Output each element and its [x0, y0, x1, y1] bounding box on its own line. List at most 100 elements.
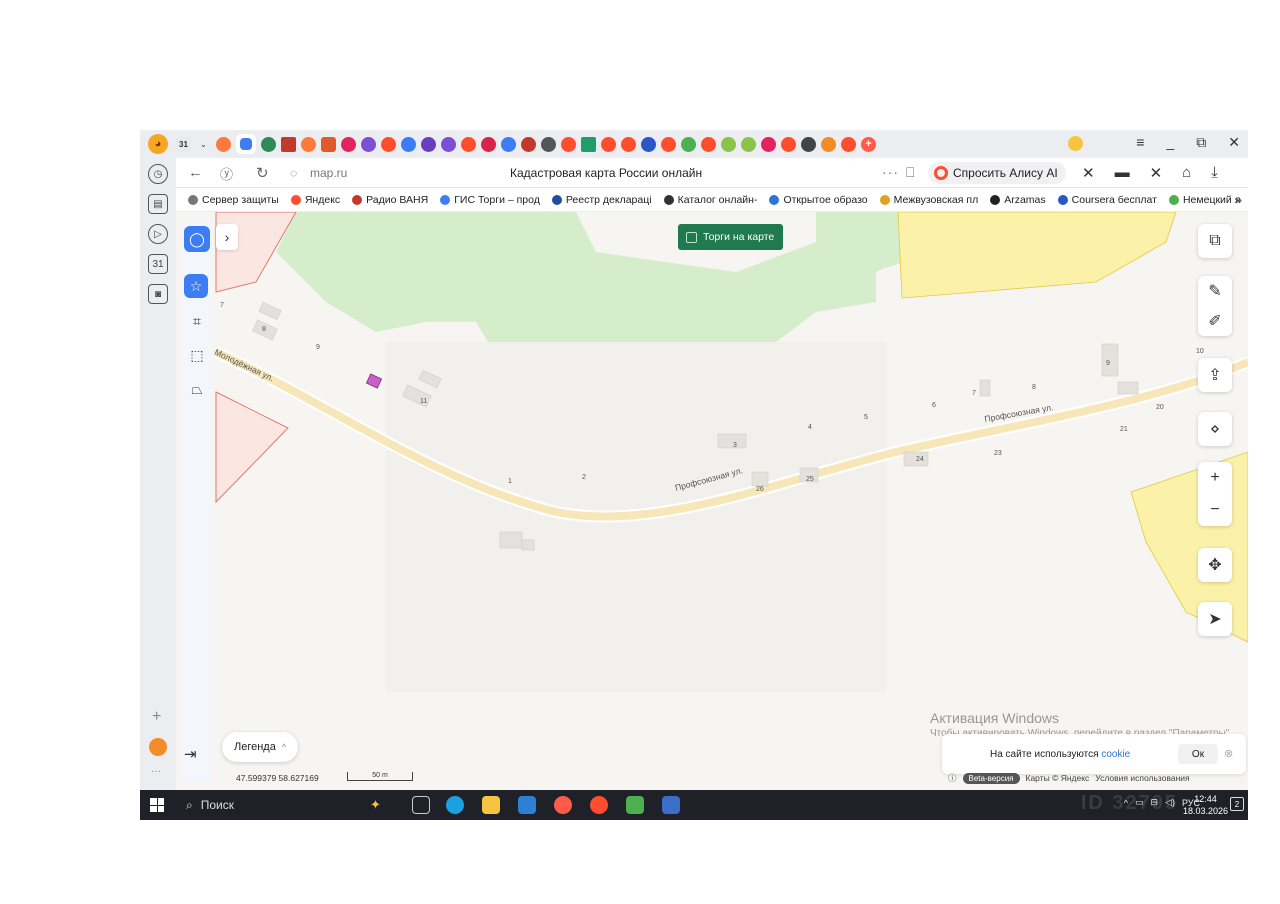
legend-button[interactable]: Легенда ^ — [222, 732, 299, 762]
tab-icon[interactable] — [421, 136, 436, 152]
edge-icon[interactable] — [446, 796, 464, 814]
map-logo-icon[interactable]: ◯ — [184, 226, 210, 252]
zoom-in-icon[interactable]: + — [1210, 469, 1219, 487]
clock[interactable]: 12:44 18.03.2026 — [1183, 793, 1228, 817]
explorer-icon[interactable] — [482, 796, 500, 814]
active-tab-icon[interactable] — [236, 134, 256, 154]
alice-button[interactable]: Спросить Алису AI — [928, 162, 1066, 184]
history-icon[interactable]: ◷ — [148, 164, 168, 184]
calendar-tab-icon[interactable]: 31 — [176, 136, 191, 152]
yandex-icon[interactable] — [590, 796, 608, 814]
menu-icon[interactable]: ≡ — [1136, 134, 1144, 151]
chevron-down-icon[interactable]: ⌄ — [196, 137, 211, 152]
locate-button[interactable]: ➤ — [1198, 602, 1232, 636]
screenshot-icon[interactable]: ◙ — [148, 284, 168, 304]
marked-building[interactable] — [365, 373, 383, 389]
tab-icon[interactable] — [321, 136, 336, 152]
close-icon[interactable]: ⊗ — [1224, 747, 1233, 760]
land-plot[interactable] — [897, 212, 1177, 299]
calculator-icon[interactable] — [626, 796, 644, 814]
tab-icon[interactable] — [381, 136, 396, 152]
tab-icon[interactable] — [541, 136, 556, 152]
tab-icon[interactable] — [701, 136, 716, 152]
share-button[interactable]: ⋄ — [1198, 412, 1232, 446]
torgi-checkbox[interactable] — [686, 231, 697, 243]
bookmark-icon[interactable]: ⎕ — [906, 164, 914, 181]
tab-icon[interactable] — [741, 136, 756, 152]
terms-link[interactable]: Условия использования — [1095, 773, 1189, 783]
mail-icon[interactable] — [149, 738, 167, 756]
tab-icon[interactable] — [461, 136, 476, 152]
tab-icon[interactable] — [216, 136, 231, 152]
tab-icon[interactable] — [341, 136, 356, 152]
tab-icon[interactable] — [781, 136, 796, 152]
favorites-icon[interactable]: ☆ — [184, 274, 208, 298]
more-options-icon[interactable]: ··· — [882, 164, 899, 180]
torgi-toggle[interactable]: Торги на карте — [678, 224, 784, 250]
close-icon[interactable]: ✕ — [1228, 134, 1240, 151]
bookmark-item[interactable]: Немецкий я — [1168, 194, 1240, 206]
emoji-icon[interactable] — [1068, 136, 1083, 151]
measure-icon[interactable]: ⌗ — [184, 308, 210, 334]
bookmark-item[interactable]: Arzamas — [990, 194, 1046, 206]
add-panel-icon[interactable]: + — [152, 708, 161, 726]
cookie-link[interactable]: cookie — [1101, 749, 1130, 760]
reading-list-icon[interactable]: ▤ — [148, 194, 168, 214]
bookmark-item[interactable]: Coursera бесплат — [1057, 194, 1157, 206]
tab-icon[interactable] — [661, 136, 676, 152]
new-tab-icon[interactable]: + — [861, 136, 876, 152]
bookmark-item[interactable]: Межвузовская пл — [879, 194, 978, 206]
info-icon[interactable]: ⓘ — [948, 772, 957, 784]
notification-icon[interactable]: 2 — [1230, 797, 1244, 811]
extension-icon[interactable]: ▬ — [1115, 164, 1130, 182]
chevron-up-icon[interactable]: ^ — [1124, 798, 1128, 808]
edit-icon[interactable]: ✐ — [1208, 311, 1221, 331]
extension-icon[interactable]: ✕ — [1150, 164, 1163, 182]
back-icon[interactable]: ← — [188, 164, 203, 181]
polygon-icon[interactable]: ⏢ — [184, 376, 210, 402]
tab-icon[interactable] — [401, 136, 416, 152]
reload-icon[interactable]: ↻ — [256, 164, 269, 182]
tab-icon[interactable] — [761, 136, 776, 152]
map-canvas[interactable]: 7 8 9 11 1 2 3 4 5 6 7 8 9 10 20 21 23 2… — [176, 212, 1248, 790]
tab-icon[interactable] — [281, 136, 296, 152]
more-icon[interactable]: ··· — [151, 766, 161, 777]
task-view-icon[interactable] — [412, 796, 430, 814]
tab-icon[interactable] — [521, 136, 536, 152]
taskbar-search[interactable]: ⌕ Поиск ✦ — [180, 790, 400, 820]
bookmark-item[interactable]: Яндекс — [290, 194, 340, 206]
tab-icon[interactable] — [501, 136, 516, 152]
tab-icon[interactable] — [581, 136, 596, 152]
calendar-icon[interactable]: 31 — [148, 254, 168, 274]
tab-icon[interactable] — [721, 136, 736, 152]
bookmark-item[interactable]: Реестр деклараці — [551, 194, 652, 206]
expand-panel-button[interactable]: › — [216, 224, 238, 250]
network-icon[interactable]: ⊟ — [1151, 797, 1159, 808]
tab-icon[interactable] — [801, 136, 816, 152]
bookmarks-more-icon[interactable]: » — [1235, 193, 1242, 207]
play-icon[interactable]: ▷ — [148, 224, 168, 244]
bookmark-item[interactable]: Каталог онлайн- — [663, 194, 757, 206]
yandex-icon[interactable]: ⓨ — [220, 164, 233, 183]
store-icon[interactable] — [518, 796, 536, 814]
land-plot-red[interactable] — [215, 391, 289, 504]
start-icon[interactable] — [150, 798, 164, 812]
minimize-icon[interactable]: _ — [1166, 134, 1174, 151]
tab-icon[interactable] — [441, 136, 456, 152]
logout-icon[interactable]: ⇥ — [184, 745, 197, 763]
yandex-browser-icon[interactable] — [554, 796, 572, 814]
beta-badge[interactable]: Beta-версия — [962, 772, 1020, 784]
tab-icon[interactable] — [641, 136, 656, 152]
tab-icon[interactable] — [481, 136, 496, 152]
volume-icon[interactable]: ◁) — [1165, 797, 1175, 808]
tab-icon[interactable] — [621, 136, 636, 152]
tab-icon[interactable] — [261, 136, 276, 152]
battery-icon[interactable]: ▭ — [1135, 797, 1144, 808]
profile-icon[interactable]: ◕ — [148, 134, 168, 154]
tab-icon[interactable] — [301, 136, 316, 152]
bookmark-item[interactable]: Радио ВАНЯ — [352, 194, 428, 206]
app-icon[interactable] — [662, 796, 680, 814]
copilot-icon[interactable]: ✦ — [370, 797, 381, 813]
tab-icon[interactable] — [361, 136, 376, 152]
tab-icon[interactable] — [601, 136, 616, 152]
